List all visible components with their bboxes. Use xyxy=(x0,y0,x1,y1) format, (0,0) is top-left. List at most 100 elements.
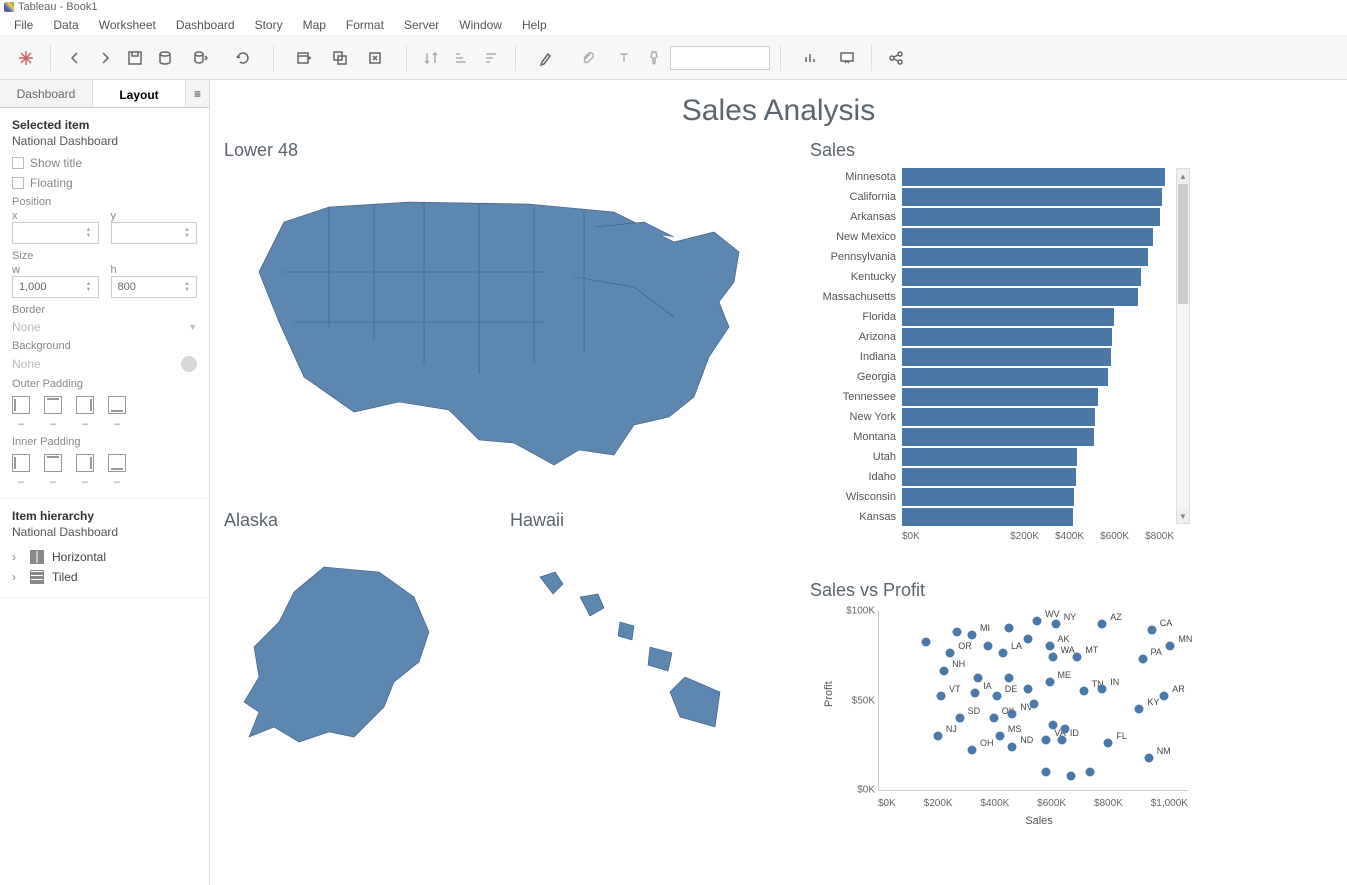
scatter-point[interactable] xyxy=(955,714,964,723)
scatter-point[interactable] xyxy=(946,649,955,658)
scroll-down-icon[interactable]: ▼ xyxy=(1177,509,1189,523)
new-worksheet-button[interactable] xyxy=(284,44,324,72)
alaska-viz[interactable]: Alaska xyxy=(224,510,494,760)
bar[interactable] xyxy=(902,488,1074,506)
position-x-input[interactable]: ▲▼ xyxy=(12,222,99,244)
pin-button[interactable] xyxy=(640,44,668,72)
inner-padding-icons[interactable] xyxy=(12,454,197,472)
scatter-point[interactable] xyxy=(1048,652,1057,661)
scatter-point[interactable] xyxy=(1098,620,1107,629)
bar-row[interactable]: Pennsylvania xyxy=(810,247,1174,267)
scatter-point[interactable] xyxy=(1085,768,1094,777)
scatter-point[interactable] xyxy=(1051,620,1060,629)
sales-vs-profit-chart[interactable]: Sales vs Profit $0K$50K$100K WVNYAZCAMIA… xyxy=(810,580,1200,791)
pad-bottom-icon[interactable] xyxy=(108,396,126,414)
menu-story[interactable]: Story xyxy=(245,16,293,34)
size-w-input[interactable]: 1,000▲▼ xyxy=(12,276,99,298)
menu-help[interactable]: Help xyxy=(512,16,557,34)
scatter-point[interactable] xyxy=(1048,721,1057,730)
bar-row[interactable]: Indiana xyxy=(810,347,1174,367)
bar[interactable] xyxy=(902,468,1076,486)
bar-row[interactable]: Kansas xyxy=(810,507,1174,527)
pad-top-icon[interactable] xyxy=(44,454,62,472)
scatter-point[interactable] xyxy=(968,746,977,755)
scatter-point[interactable] xyxy=(1008,710,1017,719)
save-button[interactable] xyxy=(121,44,149,72)
bar-row[interactable]: California xyxy=(810,187,1174,207)
bar-row[interactable]: Massachusetts xyxy=(810,287,1174,307)
menu-map[interactable]: Map xyxy=(293,16,336,34)
pad-right-icon[interactable] xyxy=(76,454,94,472)
scatter-point[interactable] xyxy=(1144,753,1153,762)
menu-server[interactable]: Server xyxy=(394,16,449,34)
scatter-point[interactable] xyxy=(989,714,998,723)
attach-button[interactable] xyxy=(568,44,608,72)
bar[interactable] xyxy=(902,188,1162,206)
show-me-button[interactable] xyxy=(791,44,831,72)
forward-button[interactable] xyxy=(91,44,119,72)
scatter-point[interactable] xyxy=(1042,768,1051,777)
bar[interactable] xyxy=(902,248,1148,266)
bar[interactable] xyxy=(902,268,1141,286)
bar-row[interactable]: Tennessee xyxy=(810,387,1174,407)
refresh-button[interactable] xyxy=(223,44,263,72)
scatter-point[interactable] xyxy=(971,688,980,697)
scatter-point[interactable] xyxy=(1033,616,1042,625)
scatter-point[interactable] xyxy=(933,732,942,741)
menu-dashboard[interactable]: Dashboard xyxy=(166,16,245,34)
scatter-point[interactable] xyxy=(1061,724,1070,733)
pad-left-icon[interactable] xyxy=(12,396,30,414)
scatter-point[interactable] xyxy=(940,667,949,676)
bar-row[interactable]: Florida xyxy=(810,307,1174,327)
border-select[interactable]: None▼ xyxy=(12,320,197,334)
scatter-point[interactable] xyxy=(999,649,1008,658)
scatter-point[interactable] xyxy=(1073,652,1082,661)
scatter-point[interactable] xyxy=(1166,642,1175,651)
scatter-point[interactable] xyxy=(974,674,983,683)
menu-file[interactable]: File xyxy=(4,16,43,34)
tab-dashboard[interactable]: Dashboard xyxy=(0,80,93,107)
bar[interactable] xyxy=(902,368,1108,386)
bar-row[interactable]: Utah xyxy=(810,447,1174,467)
bar-row[interactable]: New Mexico xyxy=(810,227,1174,247)
tab-menu-icon[interactable]: ≡ xyxy=(185,80,209,107)
duplicate-button[interactable] xyxy=(326,44,354,72)
bar-row[interactable]: Kentucky xyxy=(810,267,1174,287)
bar-row[interactable]: Wisconsin xyxy=(810,487,1174,507)
sales-scrollbar[interactable]: ▲ ▼ xyxy=(1176,168,1190,524)
scatter-point[interactable] xyxy=(937,692,946,701)
pad-left-icon[interactable] xyxy=(12,454,30,472)
scatter-point[interactable] xyxy=(1005,624,1014,633)
position-y-input[interactable]: ▲▼ xyxy=(111,222,198,244)
hawaii-viz[interactable]: Hawaii xyxy=(510,510,790,760)
show-title-checkbox[interactable]: Show title xyxy=(12,156,197,170)
highlight-button[interactable] xyxy=(526,44,566,72)
scatter-point[interactable] xyxy=(1057,735,1066,744)
scatter-point[interactable] xyxy=(1008,742,1017,751)
scatter-point[interactable] xyxy=(1104,739,1113,748)
bar-row[interactable]: Montana xyxy=(810,427,1174,447)
scatter-point[interactable] xyxy=(968,631,977,640)
bar-row[interactable]: Arkansas xyxy=(810,207,1174,227)
scatter-point[interactable] xyxy=(1045,642,1054,651)
back-button[interactable] xyxy=(61,44,89,72)
bar-row[interactable]: Georgia xyxy=(810,367,1174,387)
outer-padding-icons[interactable] xyxy=(12,396,197,414)
bar[interactable] xyxy=(902,508,1073,526)
hierarchy-item-horizontal[interactable]: › Horizontal xyxy=(12,547,197,567)
hierarchy-item-tiled[interactable]: › Tiled xyxy=(12,567,197,587)
pad-right-icon[interactable] xyxy=(76,396,94,414)
share-button[interactable] xyxy=(882,44,910,72)
menu-window[interactable]: Window xyxy=(449,16,512,34)
sort-asc-button[interactable] xyxy=(447,44,475,72)
pad-top-icon[interactable] xyxy=(44,396,62,414)
menu-format[interactable]: Format xyxy=(336,16,394,34)
bar-row[interactable]: New York xyxy=(810,407,1174,427)
tab-layout[interactable]: Layout xyxy=(93,80,185,107)
bar[interactable] xyxy=(902,208,1160,226)
scatter-point[interactable] xyxy=(1135,705,1144,714)
scatter-point[interactable] xyxy=(952,627,961,636)
scatter-point[interactable] xyxy=(1042,735,1051,744)
clear-button[interactable] xyxy=(356,44,396,72)
bar[interactable] xyxy=(902,428,1094,446)
